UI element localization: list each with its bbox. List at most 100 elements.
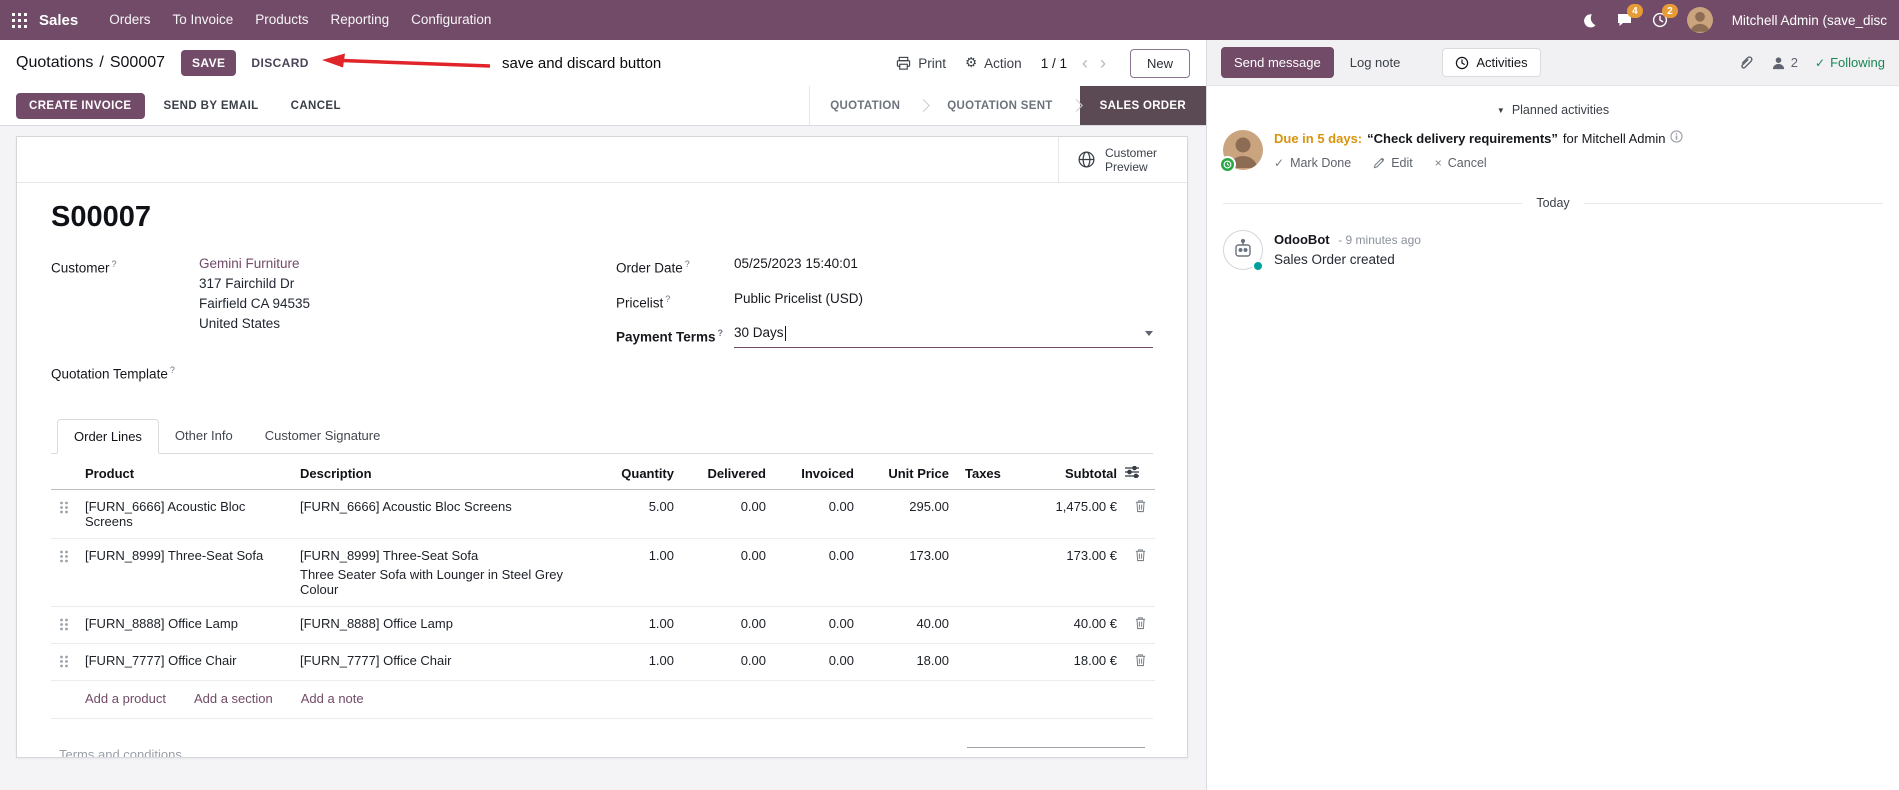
cell-delivered[interactable]: 0.00 (682, 643, 774, 681)
drag-handle-icon[interactable] (59, 618, 69, 634)
column-taxes[interactable]: Taxes (957, 453, 1025, 490)
stage-quotation-sent[interactable]: QUOTATION SENT (927, 86, 1072, 125)
menu-configuration[interactable]: Configuration (400, 0, 502, 40)
print-button[interactable]: Print (896, 56, 946, 71)
order-line-row[interactable]: [FURN_6666] Acoustic Bloc Screens [FURN_… (51, 489, 1155, 539)
tab-other-info[interactable]: Other Info (159, 419, 249, 453)
add-a-product-link[interactable]: Add a product (85, 691, 166, 706)
delete-row-icon[interactable] (1134, 616, 1147, 630)
column-delivered[interactable]: Delivered (682, 453, 774, 490)
payment-terms-input[interactable]: 30 Days (734, 323, 1153, 348)
cell-description[interactable]: [FURN_8999] Three-Seat Sofa Three Seater… (292, 538, 592, 607)
cell-quantity[interactable]: 1.00 (592, 606, 682, 644)
column-unit-price[interactable]: Unit Price (862, 453, 957, 490)
cell-taxes[interactable] (957, 606, 1025, 644)
cell-unit-price[interactable]: 295.00 (862, 489, 957, 539)
dropdown-caret-icon[interactable] (1145, 330, 1153, 336)
drag-handle-icon[interactable] (59, 550, 69, 566)
breadcrumb-quotations-link[interactable]: Quotations (16, 54, 93, 72)
cell-description[interactable]: [FURN_6666] Acoustic Bloc Screens (292, 489, 592, 539)
cell-description[interactable]: [FURN_8888] Office Lamp (292, 606, 592, 644)
send-by-email-button[interactable]: SEND BY EMAIL (151, 93, 272, 119)
menu-to-invoice[interactable]: To Invoice (161, 0, 244, 40)
column-description[interactable]: Description (292, 453, 592, 490)
cell-quantity[interactable]: 1.00 (592, 643, 682, 681)
cell-invoiced[interactable]: 0.00 (774, 489, 862, 539)
cell-invoiced[interactable]: 0.00 (774, 538, 862, 607)
stage-sales-order[interactable]: SALES ORDER (1079, 86, 1206, 125)
save-button[interactable]: SAVE (181, 50, 237, 76)
cancel-button[interactable]: CANCEL (278, 93, 354, 119)
delete-row-icon[interactable] (1134, 548, 1147, 562)
send-message-button[interactable]: Send message (1221, 47, 1334, 78)
quotation-template-input[interactable] (199, 360, 616, 385)
moon-icon[interactable] (1582, 13, 1597, 28)
delete-row-icon[interactable] (1134, 499, 1147, 513)
discard-button[interactable]: DISCARD (240, 50, 319, 76)
column-product[interactable]: Product (77, 453, 292, 490)
column-invoiced[interactable]: Invoiced (774, 453, 862, 490)
cell-delivered[interactable]: 0.00 (682, 538, 774, 607)
customer-preview-button[interactable]: Customer Preview (1058, 137, 1187, 182)
add-a-note-link[interactable]: Add a note (301, 691, 364, 706)
cell-product[interactable]: [FURN_8999] Three-Seat Sofa (77, 538, 292, 607)
pager-next-icon[interactable]: › (1095, 54, 1111, 72)
order-line-row[interactable]: [FURN_8999] Three-Seat Sofa [FURN_8999] … (51, 538, 1155, 607)
activities-button[interactable]: Activities (1442, 48, 1541, 77)
cell-unit-price[interactable]: 18.00 (862, 643, 957, 681)
new-button[interactable]: New (1129, 48, 1190, 78)
cell-invoiced[interactable]: 0.00 (774, 643, 862, 681)
app-name[interactable]: Sales (39, 12, 78, 29)
log-note-button[interactable]: Log note (1338, 48, 1413, 77)
followers-button[interactable]: 2 (1771, 55, 1798, 70)
drag-handle-icon[interactable] (59, 655, 69, 671)
order-date-value[interactable]: 05/25/2023 15:40:01 (734, 254, 1153, 279)
cell-delivered[interactable]: 0.00 (682, 489, 774, 539)
cancel-activity-button[interactable]: × Cancel (1435, 156, 1487, 170)
planned-activities-toggle[interactable]: ▼ Planned activities (1207, 103, 1899, 117)
create-invoice-button[interactable]: CREATE INVOICE (16, 92, 145, 119)
cell-delivered[interactable]: 0.00 (682, 606, 774, 644)
following-button[interactable]: ✓ Following (1815, 55, 1885, 70)
optional-columns-icon[interactable] (1125, 465, 1139, 478)
cell-taxes[interactable] (957, 489, 1025, 539)
messages-icon[interactable]: 4 (1616, 4, 1643, 28)
edit-activity-button[interactable]: Edit (1373, 156, 1413, 170)
delete-row-icon[interactable] (1134, 653, 1147, 667)
cell-quantity[interactable]: 1.00 (592, 538, 682, 607)
menu-orders[interactable]: Orders (98, 0, 161, 40)
apps-grid-icon[interactable] (12, 12, 27, 28)
message-author[interactable]: OdooBot (1274, 232, 1330, 247)
cell-unit-price[interactable]: 173.00 (862, 538, 957, 607)
user-avatar[interactable] (1686, 7, 1713, 33)
terms-placeholder[interactable]: Terms and conditions... (59, 747, 193, 758)
mark-done-button[interactable]: ✓ Mark Done (1274, 156, 1351, 170)
cell-taxes[interactable] (957, 643, 1025, 681)
add-a-section-link[interactable]: Add a section (194, 691, 273, 706)
order-line-row[interactable]: [FURN_7777] Office Chair [FURN_7777] Off… (51, 643, 1155, 681)
pricelist-value[interactable]: Public Pricelist (USD) (734, 289, 1153, 314)
cell-taxes[interactable] (957, 538, 1025, 607)
drag-handle-icon[interactable] (59, 501, 69, 517)
tab-customer-signature[interactable]: Customer Signature (249, 419, 397, 453)
attachment-icon[interactable] (1738, 55, 1754, 71)
cell-quantity[interactable]: 5.00 (592, 489, 682, 539)
action-menu-button[interactable]: ⚙ Action (965, 55, 1022, 71)
stage-quotation[interactable]: QUOTATION (810, 86, 920, 125)
customer-link[interactable]: Gemini Furniture (199, 256, 300, 271)
column-quantity[interactable]: Quantity (592, 453, 682, 490)
cell-invoiced[interactable]: 0.00 (774, 606, 862, 644)
cell-product[interactable]: [FURN_7777] Office Chair (77, 643, 292, 681)
column-subtotal[interactable]: Subtotal (1025, 453, 1125, 490)
menu-products[interactable]: Products (244, 0, 319, 40)
user-menu[interactable]: Mitchell Admin (save_disc (1732, 13, 1887, 28)
order-line-row[interactable]: [FURN_8888] Office Lamp [FURN_8888] Offi… (51, 606, 1155, 644)
tab-order-lines[interactable]: Order Lines (57, 418, 159, 454)
cell-product[interactable]: [FURN_8888] Office Lamp (77, 606, 292, 644)
cell-description[interactable]: [FURN_7777] Office Chair (292, 643, 592, 681)
activities-clock-icon[interactable]: 2 (1652, 4, 1678, 28)
info-icon[interactable] (1670, 130, 1684, 148)
menu-reporting[interactable]: Reporting (320, 0, 401, 40)
pager-previous-icon[interactable]: ‹ (1077, 54, 1093, 72)
cell-product[interactable]: [FURN_6666] Acoustic Bloc Screens (77, 489, 292, 539)
